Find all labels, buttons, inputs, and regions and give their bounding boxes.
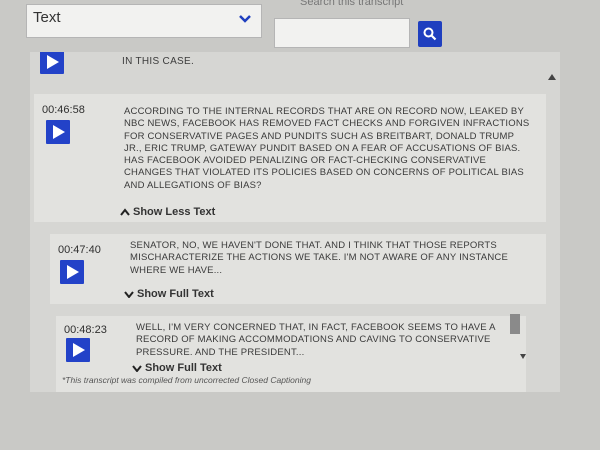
play-button[interactable]: [46, 120, 70, 144]
timestamp[interactable]: 00:47:40: [58, 244, 101, 256]
show-less-text-button[interactable]: Show Less Text: [120, 206, 215, 218]
filter-select-value: Text: [33, 9, 61, 26]
search-icon: [423, 27, 437, 41]
transcript-text: ACCORDING TO THE INTERNAL RECORDS THAT A…: [124, 106, 530, 191]
filter-select[interactable]: Text: [26, 4, 262, 38]
toggle-label: Show Full Text: [145, 362, 222, 374]
transcript-text: SENATOR, NO, WE HAVEN'T DONE THAT. AND I…: [130, 240, 508, 276]
timestamp[interactable]: 00:46:58: [42, 104, 85, 116]
transcript-text: IN THIS CASE.: [122, 56, 195, 67]
scroll-up-arrow[interactable]: [548, 74, 556, 80]
search-button[interactable]: [418, 21, 442, 47]
chevron-down-icon: [124, 291, 134, 299]
chevron-down-icon: [239, 15, 251, 23]
transcript-panel[interactable]: IN THIS CASE. 00:46:58 ACCORDING TO THE …: [30, 52, 560, 392]
play-button[interactable]: [60, 260, 84, 284]
search-label: Search this transcript: [300, 0, 404, 8]
toggle-label: Show Full Text: [137, 288, 214, 300]
play-icon: [47, 55, 59, 69]
search-input[interactable]: [274, 18, 410, 48]
toggle-label: Show Less Text: [133, 206, 216, 218]
scrollbar-thumb[interactable]: [510, 314, 520, 334]
play-icon: [53, 125, 65, 139]
show-full-text-button[interactable]: Show Full Text: [124, 288, 214, 300]
timestamp[interactable]: 00:48:23: [64, 324, 107, 336]
play-button[interactable]: [66, 338, 90, 362]
transcript-text: WELL, I'M VERY CONCERNED THAT, IN FACT, …: [136, 322, 496, 358]
show-full-text-button[interactable]: Show Full Text: [132, 362, 222, 374]
play-button[interactable]: [40, 52, 64, 74]
chevron-down-icon: [132, 365, 142, 373]
transcript-footnote: *This transcript was compiled from uncor…: [62, 375, 311, 385]
play-icon: [67, 265, 79, 279]
chevron-up-icon: [120, 208, 130, 216]
transcript-entry: 00:47:40 SENATOR, NO, WE HAVEN'T DONE TH…: [50, 234, 546, 304]
play-icon: [73, 343, 85, 357]
transcript-toolbar: Text Search this transcript: [0, 0, 600, 60]
transcript-entry: 00:46:58 ACCORDING TO THE INTERNAL RECOR…: [34, 94, 546, 222]
scroll-down-arrow[interactable]: [520, 354, 526, 359]
